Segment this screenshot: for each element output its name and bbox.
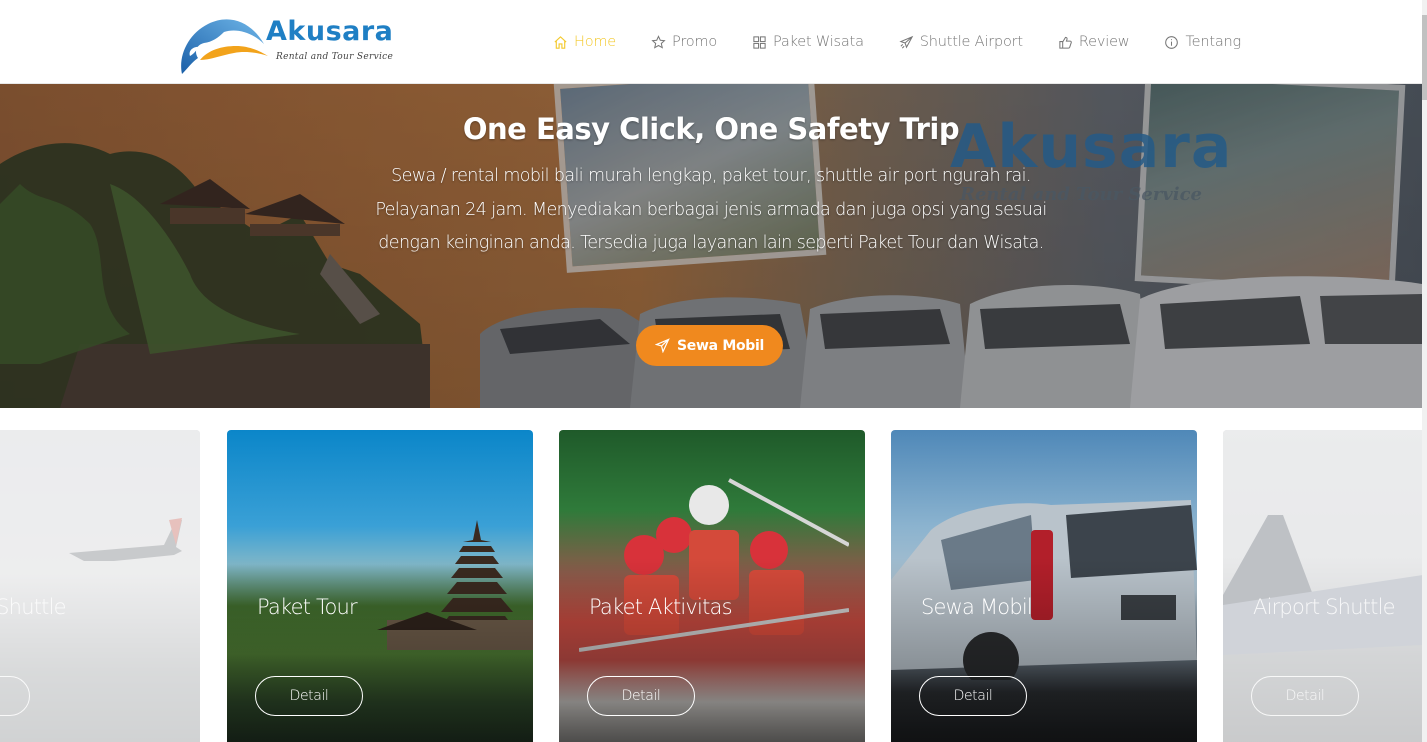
nav-item-shuttle-airport[interactable]: Shuttle Airport <box>899 34 1023 50</box>
plane-icon <box>899 35 914 50</box>
send-icon <box>654 338 670 353</box>
grid-icon <box>752 35 767 50</box>
scrollbar-thumb[interactable] <box>1422 15 1427 100</box>
service-card-paket-tour[interactable]: Paket Tour Detail <box>227 430 533 742</box>
main-nav: Home Promo Paket Wisata Shuttle Airport … <box>553 34 1276 50</box>
home-icon <box>553 35 568 50</box>
card-fade <box>0 430 200 742</box>
card-detail-button[interactable]: Detail <box>1251 676 1359 716</box>
service-card-airport-shuttle-right[interactable]: Airport Shuttle Detail <box>1223 430 1422 742</box>
hero-banner: Akusara Rental and Tour Service One Easy… <box>0 84 1422 408</box>
nav-item-promo[interactable]: Promo <box>651 34 717 50</box>
card-title: Airport Shuttle <box>0 595 67 619</box>
info-icon <box>1164 35 1179 50</box>
logo-swoosh-icon <box>181 19 268 74</box>
card-title: Airport Shuttle <box>1253 595 1396 619</box>
nav-label: Tentang <box>1185 34 1242 50</box>
site-header: Akusara Rental and Tour Service Home Pro… <box>0 0 1422 84</box>
card-detail-button[interactable]: Detail <box>919 676 1027 716</box>
nav-item-paket-wisata[interactable]: Paket Wisata <box>752 34 864 50</box>
card-title: Paket Aktivitas <box>589 595 733 619</box>
thumbs-up-icon <box>1058 35 1073 50</box>
nav-item-review[interactable]: Review <box>1058 34 1130 50</box>
card-detail-button[interactable]: Detail <box>255 676 363 716</box>
nav-item-home[interactable]: Home <box>553 34 616 50</box>
brand-logo[interactable]: Akusara Rental and Tour Service <box>178 14 398 78</box>
sewa-mobil-label: Sewa Mobil <box>676 337 764 354</box>
hero-title: One Easy Click, One Safety Trip <box>462 112 960 146</box>
brand-name: Akusara <box>266 16 394 47</box>
nav-label: Review <box>1078 34 1130 50</box>
service-card-paket-aktivitas[interactable]: Paket Aktivitas Detail <box>559 430 865 742</box>
card-title: Paket Tour <box>257 595 358 619</box>
service-carousel: Airport Shuttle Detail Paket Tour Detail <box>0 430 1422 742</box>
nav-label: Shuttle Airport <box>919 34 1023 50</box>
hero-description: Sewa / rental mobil bali murah lengkap, … <box>375 166 1047 253</box>
brand-tagline: Rental and Tour Service <box>276 52 394 62</box>
card-title: Sewa Mobil <box>921 595 1033 619</box>
service-card-airport-shuttle-left[interactable]: Airport Shuttle Detail <box>0 430 200 742</box>
sewa-mobil-button[interactable]: Sewa Mobil <box>636 325 783 366</box>
nav-label: Paket Wisata <box>773 34 864 50</box>
nav-label: Promo <box>672 34 718 50</box>
nav-item-tentang[interactable]: Tentang <box>1164 34 1241 50</box>
page-scrollbar[interactable] <box>1422 0 1427 742</box>
star-icon <box>651 34 666 50</box>
card-detail-button[interactable]: Detail <box>587 676 695 716</box>
service-card-sewa-mobil[interactable]: Sewa Mobil Detail <box>891 430 1197 742</box>
nav-label: Home <box>574 34 617 50</box>
